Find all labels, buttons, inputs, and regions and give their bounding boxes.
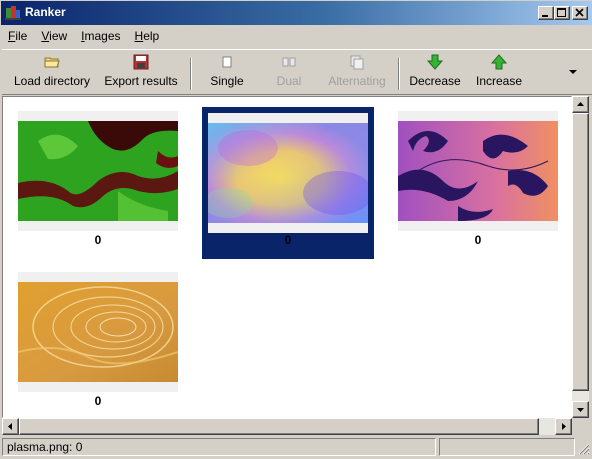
thumbnail-frame <box>208 113 368 233</box>
menu-bar: File View Images Help <box>1 27 592 47</box>
toolbar-separator <box>398 58 400 90</box>
dual-mode-label: Dual <box>276 74 302 88</box>
save-icon <box>133 54 149 70</box>
scroll-up-button[interactable] <box>572 96 589 113</box>
menu-images[interactable]: Images <box>74 27 127 47</box>
vertical-scroll-thumb[interactable] <box>572 113 589 391</box>
minimize-button[interactable] <box>538 6 554 20</box>
toolbar-overflow-icon[interactable] <box>568 68 578 76</box>
thumbnail-frame <box>398 111 558 231</box>
app-icon <box>5 6 21 20</box>
close-icon <box>575 8 584 17</box>
load-directory-button[interactable]: Load directory <box>12 54 92 94</box>
horizontal-scroll-thumb[interactable] <box>19 418 539 435</box>
maximize-icon <box>557 8 566 17</box>
decrease-button[interactable]: Decrease <box>406 54 464 94</box>
alternating-mode-button[interactable]: Alternating <box>324 54 390 94</box>
close-button[interactable] <box>572 6 588 20</box>
horizontal-scrollbar[interactable] <box>2 418 572 435</box>
thumbnail-score: 0 <box>474 233 482 247</box>
thumbnail-frame <box>18 272 178 392</box>
single-mode-button[interactable]: Single <box>202 54 252 94</box>
arrow-down-small-icon <box>577 408 584 412</box>
scroll-down-button[interactable] <box>572 401 589 418</box>
thumbnail-score: 0 <box>94 233 102 247</box>
single-mode-label: Single <box>210 74 244 88</box>
arrow-left-small-icon <box>8 423 12 430</box>
golden-swirl-image <box>18 282 178 382</box>
thumbnail-frame <box>18 111 178 231</box>
increase-button[interactable]: Increase <box>470 54 528 94</box>
menu-images-label: mages <box>84 29 121 43</box>
arrow-up-icon <box>491 54 507 70</box>
arrow-right-small-icon <box>562 423 566 430</box>
menu-view-accel: V <box>41 29 50 43</box>
menu-view[interactable]: View <box>34 27 74 47</box>
scroll-left-button[interactable] <box>2 418 19 435</box>
menu-help-label: elp <box>143 29 160 43</box>
ranker-window: Ranker File View Images Help Load direct… <box>0 0 592 459</box>
arrow-down-icon <box>427 54 443 70</box>
alternating-view-icon <box>350 55 364 70</box>
scrollbar-corner <box>572 418 589 435</box>
toolbar-separator <box>190 58 192 90</box>
scroll-right-button[interactable] <box>555 418 572 435</box>
dual-view-icon <box>282 57 296 67</box>
arrow-up-small-icon <box>577 102 584 106</box>
vertical-scrollbar[interactable] <box>572 96 589 418</box>
menu-help[interactable]: Help <box>128 27 167 47</box>
status-text: plasma.png: 0 <box>2 438 436 456</box>
increase-label: Increase <box>475 74 523 88</box>
export-results-label: Export results <box>104 74 178 88</box>
menu-file[interactable]: File <box>1 27 34 47</box>
resize-grip-icon[interactable] <box>577 442 590 455</box>
plasma-image <box>208 123 368 223</box>
window-title: Ranker <box>25 5 66 19</box>
menu-view-label: iew <box>49 29 68 43</box>
single-view-icon <box>222 56 232 68</box>
thumbnail-score: 0 <box>94 394 102 408</box>
thumbnail-score: 0 <box>284 233 292 247</box>
status-bar: plasma.png: 0 <box>2 437 590 457</box>
dual-mode-button[interactable]: Dual <box>267 54 311 94</box>
title-bar[interactable]: Ranker <box>1 1 592 25</box>
folder-icon <box>44 57 60 68</box>
alternating-mode-label: Alternating <box>328 74 386 88</box>
status-pane-secondary <box>439 438 575 456</box>
purple-swirl-image <box>398 121 558 221</box>
toolbar: Load directory Export results Single Dua… <box>2 49 592 95</box>
menu-help-accel: H <box>134 29 144 43</box>
load-directory-label: Load directory <box>13 74 91 88</box>
thumbnail-view[interactable]: 0 0 0 0 <box>2 96 572 418</box>
export-results-button[interactable]: Export results <box>102 54 180 94</box>
maximize-button[interactable] <box>554 6 570 20</box>
minimize-icon <box>542 15 548 17</box>
decrease-label: Decrease <box>409 74 461 88</box>
green-fractal-image <box>18 121 178 221</box>
menu-file-label: ile <box>15 29 28 43</box>
